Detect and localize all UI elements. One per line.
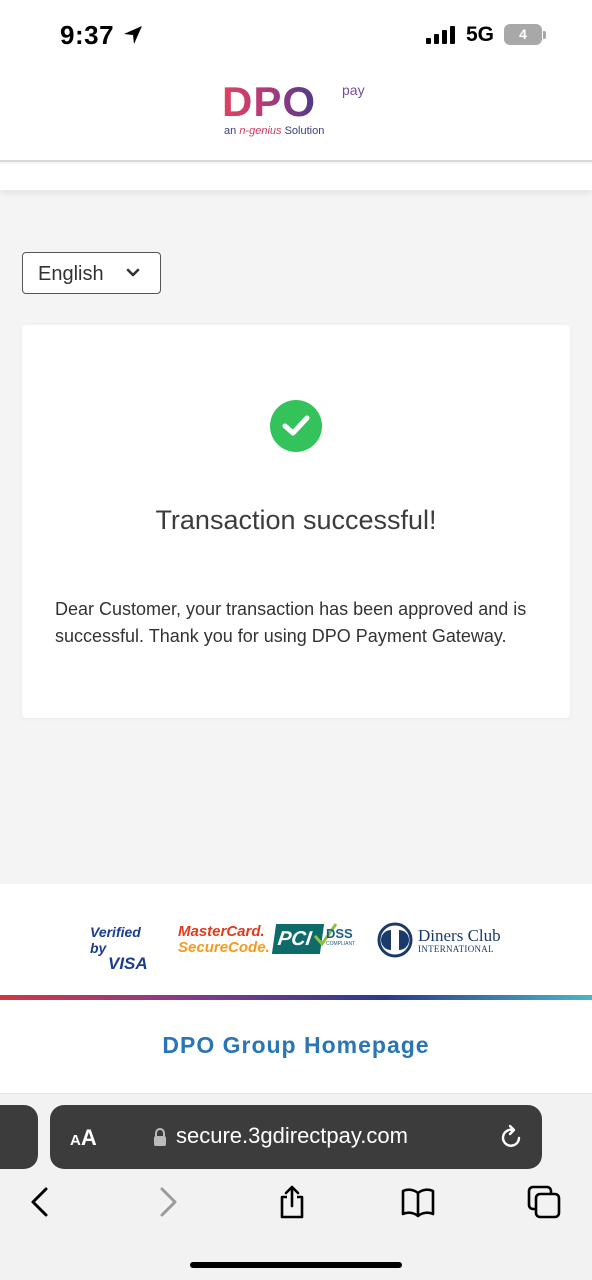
dpo-homepage-link[interactable]: DPO Group Homepage [0, 1032, 592, 1059]
result-title: Transaction successful! [155, 505, 437, 535]
logo-sub-brand: n-genius [239, 125, 282, 137]
network-type: 5G [466, 23, 495, 46]
success-check-icon [270, 400, 322, 452]
dpo-logo: DPO [222, 78, 317, 125]
logo-subtitle: an n-genius Solution [224, 125, 324, 137]
mastercard-securecode-badge: MasterCard. SecureCode. [178, 923, 270, 956]
url-text: secure.3gdirectpay.com [176, 1123, 408, 1148]
diners-badge-line1: Diners Club [418, 926, 501, 945]
aa-small: A [70, 1132, 81, 1149]
language-select[interactable]: English [22, 252, 161, 294]
bookmarks-icon[interactable] [401, 1185, 435, 1219]
battery-tip [543, 31, 546, 39]
pci-compliant-label: COMPLIANT [326, 941, 356, 947]
verified-by-visa-badge: Verified by VISA [90, 924, 160, 972]
previous-tab-pill[interactable] [0, 1105, 38, 1169]
diners-badge-line2: INTERNATIONAL [418, 944, 494, 954]
logo-sub-prefix: an [224, 125, 237, 137]
back-icon[interactable] [23, 1185, 57, 1219]
home-indicator[interactable] [190, 1262, 402, 1268]
aa-large: A [80, 1125, 97, 1150]
header-strip [0, 164, 592, 190]
language-select-value: English [38, 263, 104, 285]
mastercard-badge-line1: MasterCard. [178, 923, 265, 940]
tabs-icon[interactable] [527, 1185, 561, 1219]
address-bar[interactable]: AA secure.3gdirectpay.com [50, 1105, 542, 1169]
visa-badge-line1: Verified by [90, 924, 141, 956]
diners-club-logo-icon [377, 922, 413, 958]
status-bar: 9:37 5G 4 [0, 0, 592, 70]
reader-text-size-button[interactable]: AA [70, 1125, 97, 1151]
lock-icon [154, 1128, 166, 1146]
chevron-down-icon [126, 268, 140, 277]
pci-dss-label: DSS [326, 926, 353, 941]
battery-icon: 4 [504, 24, 542, 45]
result-message: Dear Customer, your transaction has been… [55, 599, 527, 646]
visa-badge-line2: VISA [108, 954, 148, 973]
logo-sub-suffix: Solution [284, 125, 325, 137]
site-header: DPO pay an n-genius Solution [0, 70, 592, 162]
forward-icon[interactable] [151, 1185, 185, 1219]
result-card: Transaction successful! Dear Customer, y… [22, 325, 570, 718]
cellular-signal-icon [426, 26, 455, 44]
reload-icon[interactable] [500, 1124, 524, 1150]
footer: Verified by VISA MasterCard. SecureCode.… [0, 884, 592, 1094]
diners-club-badge: Diners Club INTERNATIONAL [376, 922, 506, 958]
dpo-logo-pay: pay [342, 82, 365, 98]
footer-divider [0, 995, 592, 1000]
mastercard-badge-line2: SecureCode. [178, 939, 270, 956]
battery-level: 4 [519, 26, 527, 42]
share-icon[interactable] [275, 1185, 309, 1219]
location-arrow-icon [124, 26, 142, 44]
status-time: 9:37 [60, 20, 115, 50]
pci-dss-badge: PCI DSS COMPLIANT [271, 922, 360, 956]
